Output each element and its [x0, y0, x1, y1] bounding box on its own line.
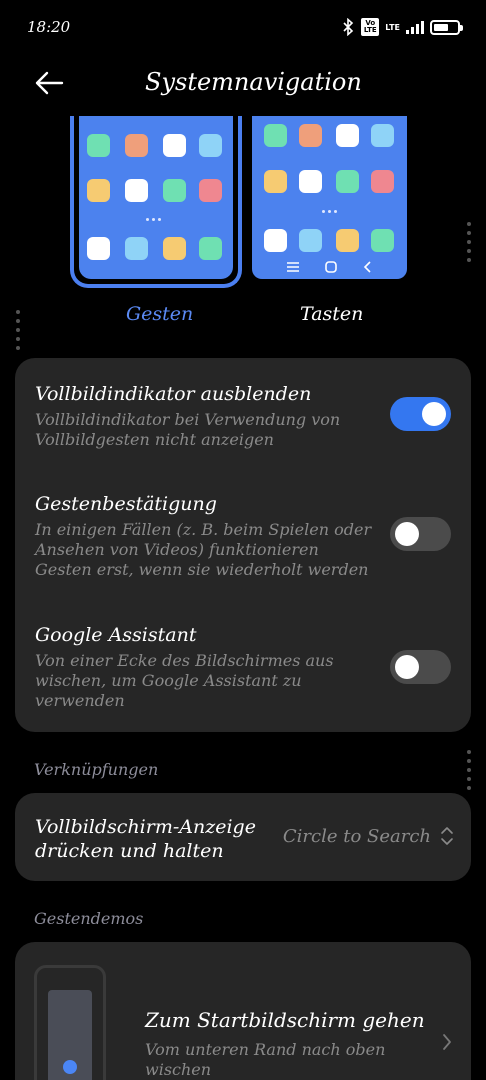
- setting-google-assistant[interactable]: Google Assistant Von einer Ecke des Bild…: [35, 623, 451, 711]
- setting-title: Google Assistant: [35, 624, 197, 646]
- section-label-demos: Gestendemos: [34, 909, 144, 928]
- bluetooth-icon: [341, 18, 355, 36]
- page-indicator: [322, 210, 337, 213]
- app-icon: [299, 170, 322, 193]
- arrow-left-icon: [35, 71, 64, 95]
- setting-subtitle: In einigen Fällen (z. B. beim Spielen od…: [35, 520, 372, 579]
- demo-phone-screen: [48, 990, 92, 1080]
- app-icon: [264, 229, 287, 252]
- status-icons: Vo LTE LTE: [341, 16, 463, 38]
- battery-icon: [430, 19, 463, 35]
- signal-icon: [406, 20, 424, 34]
- gesture-confirmation-toggle[interactable]: [390, 517, 451, 551]
- mode-label-tasten[interactable]: Tasten: [300, 303, 363, 325]
- app-icon: [336, 124, 359, 147]
- app-icon: [199, 134, 222, 157]
- shortcut-value: Circle to Search: [282, 826, 431, 847]
- home-icon: [324, 261, 337, 273]
- page-header: Systemnavigation: [0, 58, 486, 108]
- app-icon: [199, 237, 222, 260]
- navigation-mode-selector: Gesten Tasten: [0, 116, 486, 336]
- gesture-preview-screen: [79, 116, 233, 279]
- gesture-mode-preview[interactable]: [70, 116, 242, 288]
- lte-label: LTE: [385, 22, 400, 32]
- app-icon: [125, 179, 148, 202]
- demo-title: Zum Startbildschirm gehen: [145, 1008, 425, 1032]
- google-assistant-toggle[interactable]: [390, 650, 451, 684]
- app-icon: [199, 179, 222, 202]
- toggle-knob: [395, 522, 419, 546]
- status-time: 18:20: [27, 18, 71, 36]
- gesture-demo-card[interactable]: Zum Startbildschirm gehen Vom unteren Ra…: [15, 942, 471, 1080]
- app-icon: [264, 170, 287, 193]
- shortcut-title: Vollbildschirm-Anzeige drücken und halte…: [35, 816, 256, 862]
- app-icon: [163, 237, 186, 260]
- app-icon: [336, 170, 359, 193]
- app-icon: [336, 229, 359, 252]
- menu-icon: [286, 262, 299, 272]
- app-icon: [163, 179, 186, 202]
- toggle-knob: [422, 402, 446, 426]
- hide-indicator-toggle[interactable]: [390, 397, 451, 431]
- status-bar: 18:20 Vo LTE LTE: [0, 0, 486, 56]
- shortcut-card[interactable]: Vollbildschirm-Anzeige drücken und halte…: [15, 793, 471, 881]
- preview-nav-buttons: [252, 259, 407, 275]
- app-icon: [87, 237, 110, 260]
- setting-subtitle: Vollbildindikator bei Verwendung von Vol…: [35, 410, 341, 449]
- app-icon: [163, 134, 186, 157]
- app-icon: [87, 134, 110, 157]
- volte-icon: Vo LTE: [361, 18, 380, 36]
- mode-label-gesten[interactable]: Gesten: [126, 303, 193, 325]
- app-icon: [125, 134, 148, 157]
- setting-title: Gestenbestätigung: [35, 493, 217, 515]
- app-icon: [371, 170, 394, 193]
- toggle-knob: [395, 655, 419, 679]
- up-down-arrows-icon: [441, 827, 453, 845]
- setting-subtitle: Von einer Ecke des Bildschirmes aus wisc…: [35, 651, 334, 710]
- app-icon: [125, 237, 148, 260]
- app-icon: [371, 229, 394, 252]
- page-title: Systemnavigation: [145, 68, 362, 96]
- demo-subtitle: Vom unteren Rand nach oben wischen: [145, 1040, 386, 1079]
- setting-gesture-confirmation[interactable]: Gestenbestätigung In einigen Fällen (z. …: [35, 492, 451, 580]
- app-icon: [299, 229, 322, 252]
- page-indicator: [146, 218, 161, 221]
- edge-handle-right-lower: [467, 750, 471, 790]
- app-icon: [264, 124, 287, 147]
- section-label-shortcuts: Verknüpfungen: [34, 760, 159, 779]
- chevron-right-icon: [443, 1034, 451, 1050]
- setting-hide-indicator[interactable]: Vollbildindikator ausblenden Vollbildind…: [35, 382, 451, 450]
- app-icon: [299, 124, 322, 147]
- setting-title: Vollbildindikator ausblenden: [35, 383, 312, 405]
- swipe-dot-icon: [63, 1060, 77, 1074]
- app-icon: [87, 179, 110, 202]
- back-button[interactable]: [33, 68, 65, 98]
- button-mode-preview[interactable]: [252, 116, 407, 279]
- gesture-settings-card: Vollbildindikator ausblenden Vollbildind…: [15, 358, 471, 732]
- back-icon: [363, 261, 371, 273]
- app-icon: [371, 124, 394, 147]
